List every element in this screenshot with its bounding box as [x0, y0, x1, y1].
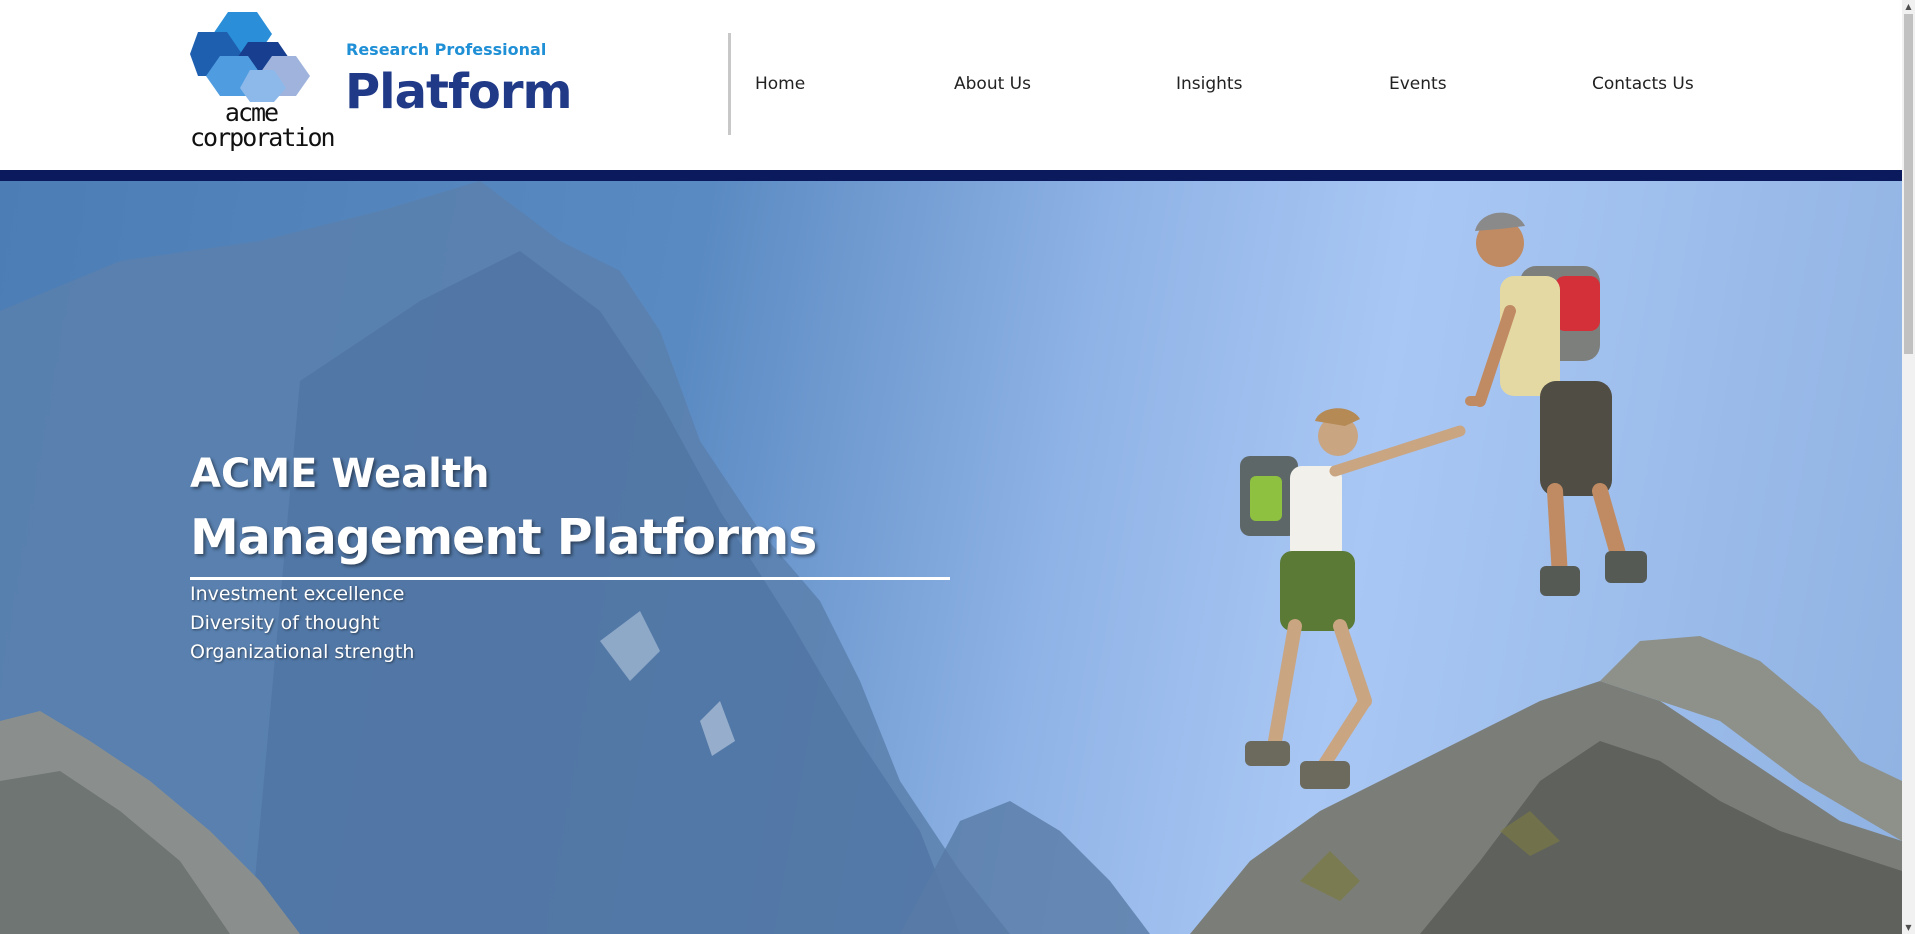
nav-contacts-us[interactable]: Contacts Us [1592, 74, 1694, 94]
nav-home[interactable]: Home [755, 74, 805, 94]
hero-underline [190, 577, 950, 580]
page-scrollbar[interactable]: ▲ ▼ [1902, 0, 1915, 934]
site-header: acme corporation Research Professional P… [0, 0, 1902, 170]
hero-bullet-2: Diversity of thought [190, 612, 380, 634]
acme-logo[interactable]: acme corporation [190, 12, 336, 155]
scroll-thumb[interactable] [1904, 14, 1913, 354]
hiker-woman-figure [1240, 408, 1466, 789]
hero-heading-line2: Management Platforms [190, 509, 817, 566]
nav-insights[interactable]: Insights [1176, 74, 1242, 94]
hero-bullet-1: Investment excellence [190, 583, 405, 605]
nav-events[interactable]: Events [1389, 74, 1447, 94]
logo-text: acme corporation [190, 98, 336, 152]
header-accent-bar [0, 170, 1902, 181]
logo-hexagon-icon [190, 12, 310, 102]
hero-bullet-3: Organizational strength [190, 641, 415, 663]
nav-about-us[interactable]: About Us [954, 74, 1031, 94]
hero-banner: ACME Wealth Management Platforms Investm… [0, 181, 1902, 934]
page: acme corporation Research Professional P… [0, 0, 1915, 934]
scroll-down-icon[interactable]: ▼ [1902, 921, 1915, 934]
brand-subtitle: Research Professional [346, 40, 547, 59]
brand-title: Platform [345, 64, 573, 120]
hero-heading-line1: ACME Wealth [190, 451, 490, 497]
scroll-up-icon[interactable]: ▲ [1902, 0, 1915, 13]
hiker-man-figure [1465, 212, 1647, 596]
header-divider [728, 33, 731, 135]
